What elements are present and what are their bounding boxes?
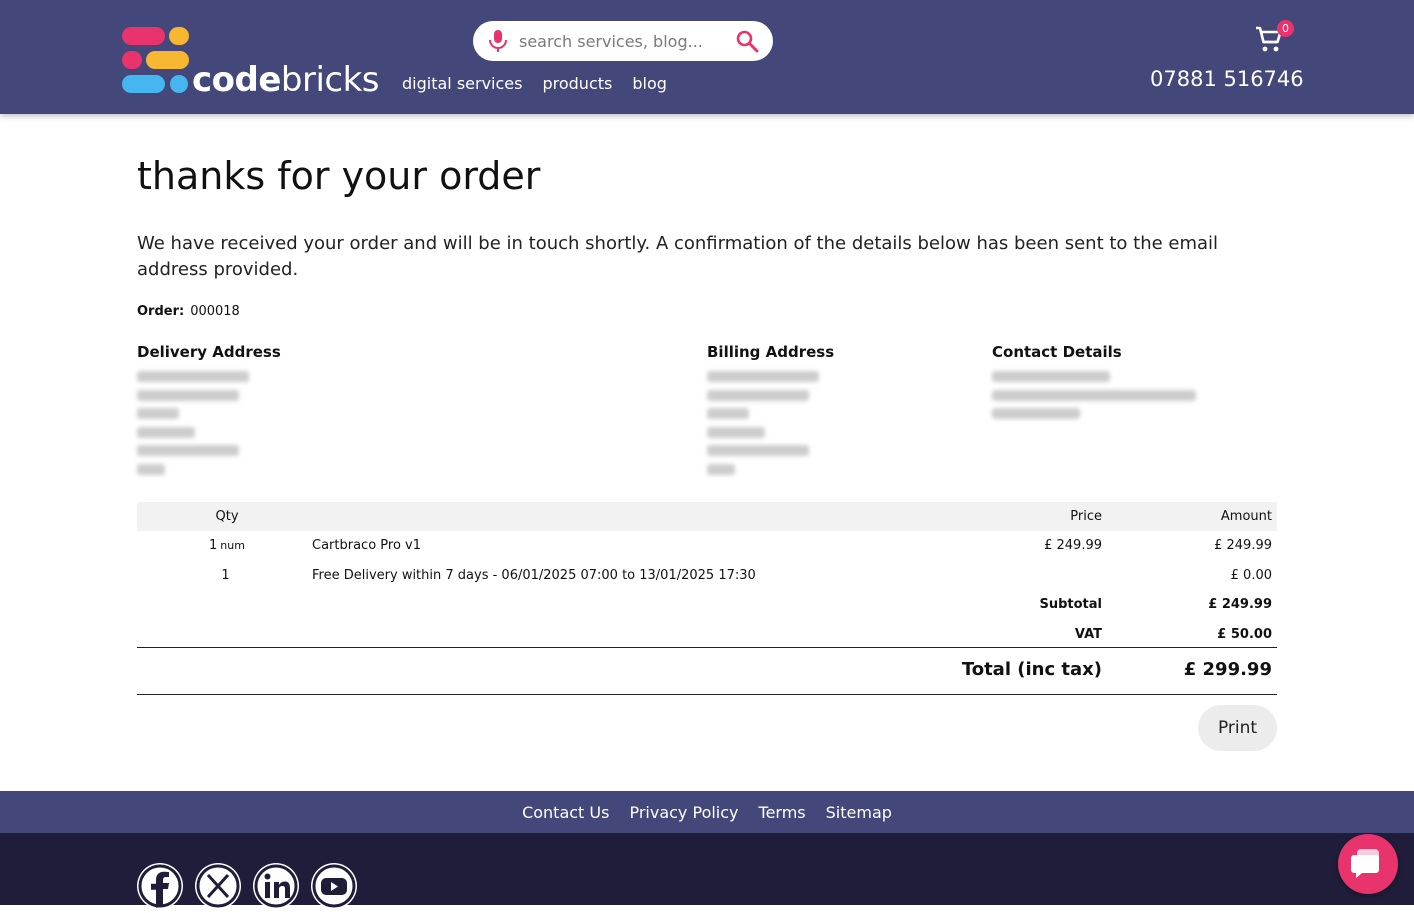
table-row: 1 Free Delivery within 7 days - 06/01/20… [137,561,1277,591]
nav-digital-services[interactable]: digital services [402,74,522,93]
codebricks-logo[interactable]: codebricks [122,27,382,100]
footer-terms[interactable]: Terms [759,803,806,822]
order-items-table: Qty Price Amount 1 num Cartbraco Pro v1 £… [137,502,1277,695]
site-header: codebricks digital services products blo… [0,0,1414,114]
total-row: Total (inc tax) £ 299.99 [137,647,1277,695]
total-label: Total (inc tax) [961,659,1102,680]
page-title: thanks for your order [137,154,541,198]
subtotal-value: £ 249.99 [1208,597,1272,612]
redacted-line [992,408,1080,419]
cart-count-badge: 0 [1277,20,1294,37]
redacted-line [707,445,809,456]
redacted-line [992,389,1196,401]
qty-cell: 1 num [209,538,245,553]
cart-button[interactable]: 0 [1254,20,1294,58]
logo-brick [146,51,189,69]
billing-address-heading: Billing Address [707,343,835,361]
redacted-line [137,445,239,456]
subtotal-row: Subtotal £ 249.99 [137,590,1277,620]
delivery-address: Delivery Address [137,343,281,482]
microphone-icon[interactable] [487,29,509,57]
amount-header: Amount [1220,509,1272,524]
logo-wordmark: codebricks [192,60,380,100]
chat-bubble-icon [1351,849,1379,878]
nav-blog[interactable]: blog [632,74,667,93]
description-cell: Free Delivery within 7 days - 06/01/2025… [312,567,756,583]
phone-number[interactable]: 07881 516746 [1150,67,1304,91]
youtube-icon[interactable] [311,863,357,909]
billing-address: Billing Address [707,343,834,482]
redacted-line [137,371,249,382]
logo-brick [170,75,188,93]
delivery-address-heading: Delivery Address [137,343,281,361]
search-icon[interactable] [735,29,759,57]
price-header: Price [1070,509,1102,524]
amount-cell: £ 0.00 [1230,567,1272,583]
logo-brick [122,27,165,45]
redacted-line [137,426,195,438]
qty-cell: 1 [221,567,230,583]
price-cell: £ 249.99 [1044,538,1102,553]
table-row: 1 num Cartbraco Pro v1 £ 249.99 £ 249.99 [137,531,1277,561]
search-input[interactable] [519,21,719,61]
footer-links: Contact Us Privacy Policy Terms Sitemap [0,791,1414,833]
x-icon[interactable] [195,863,241,909]
vat-value: £ 50.00 [1217,626,1272,642]
facebook-icon[interactable] [137,863,183,909]
logo-brick [169,27,189,45]
redacted-line [707,463,735,475]
order-value: 000018 [190,304,240,319]
search-box [473,21,773,61]
redacted-line [707,371,819,382]
order-label: Order: [137,304,185,319]
contact-details: Contact Details [992,343,1196,427]
order-intro-text: We have received your order and will be … [137,233,1219,280]
logo-brick [122,75,165,93]
redacted-line [137,408,179,419]
footer-social [0,833,1414,909]
qty-header: Qty [215,509,239,524]
total-value: £ 299.99 [1183,659,1272,680]
amount-cell: £ 249.99 [1214,538,1272,553]
description-cell: Cartbraco Pro v1 [312,538,422,553]
redacted-line [137,463,165,475]
order-number: Order: 000018 [137,304,240,319]
footer-privacy-policy[interactable]: Privacy Policy [629,803,738,822]
chat-button[interactable] [1338,834,1398,894]
main-nav: digital services products blog [402,74,667,93]
redacted-line [707,426,765,438]
logo-brick [122,51,142,69]
nav-products[interactable]: products [542,74,612,93]
vat-label: VAT [1074,626,1102,642]
redacted-line [992,371,1110,382]
print-button[interactable]: Print [1198,705,1277,751]
subtotal-label: Subtotal [1039,597,1102,612]
redacted-line [137,389,239,401]
linkedin-icon[interactable] [253,863,299,909]
contact-details-heading: Contact Details [992,343,1122,361]
footer-sitemap[interactable]: Sitemap [826,803,892,822]
footer-contact-us[interactable]: Contact Us [522,803,609,822]
vat-row: VAT £ 50.00 [137,620,1277,650]
redacted-line [707,408,749,419]
redacted-line [707,389,809,401]
table-header: Qty Price Amount [137,502,1277,531]
